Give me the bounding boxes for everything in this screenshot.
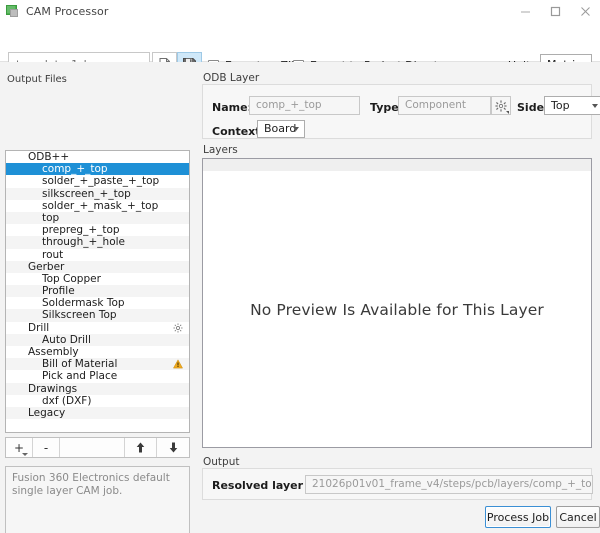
name-label: Name: [212,101,252,114]
layers-section-label: Layers [203,144,238,156]
tree-item-label: Pick and Place [42,370,118,383]
context-select[interactable]: Board [257,120,305,138]
output-files-label: Output Files [7,74,67,85]
type-settings-button[interactable] [491,96,511,115]
layer-type-input[interactable]: Component [398,96,491,115]
tree-item-label: ODB++ [28,151,70,163]
preview-empty-message: No Preview Is Available for This Layer [250,301,544,319]
button-bar-spacer [60,438,125,457]
tree-item-label: comp_+_top [42,163,108,176]
tree-item-drill[interactable]: Drill [6,322,189,334]
chevron-down-icon [22,453,28,456]
tree-item-label: silkscreen_+_top [42,187,131,200]
tree-item-label: Drill [28,321,50,334]
tree-item-solder-paste-top[interactable]: solder_+_paste_+_top [6,175,189,187]
tree-item-through-hole[interactable]: through_+_hole [6,236,189,249]
move-up-button[interactable] [125,438,157,457]
tree-item-gerber[interactable]: Gerber [6,260,189,273]
job-description-text: Fusion 360 Electronics default single la… [5,466,190,533]
chevron-down-icon [293,127,299,131]
tree-item-label: Soldermask Top [42,297,125,310]
tree-item-label: Assembly [28,346,79,358]
chevron-down-icon [506,111,509,114]
remove-output-button[interactable]: - [33,438,60,457]
tree-item-label: top [42,211,60,224]
tree-item-dxf-dxf[interactable]: dxf (DXF) [6,395,189,407]
remove-label: - [43,440,49,455]
tree-button-bar: + - [5,437,190,458]
window-title: CAM Processor [26,4,109,18]
tree-item-prepreg-top[interactable]: prepreg_+_top [6,224,189,236]
cancel-button[interactable]: Cancel [556,506,600,528]
arrow-up-icon [136,442,145,453]
tree-item-label: Gerber [28,260,65,273]
tree-item-label: Auto Drill [42,333,91,346]
tree-item-label: dxf (DXF) [42,394,92,407]
output-section-label: Output [203,456,240,468]
tree-item-rout[interactable]: rout [6,249,189,261]
add-output-button[interactable]: + [6,438,33,457]
title-bar: CAM Processor [0,0,600,22]
tree-item-soldermask-top[interactable]: Soldermask Top [6,297,189,309]
tree-item-label: Drawings [28,382,78,395]
window-controls [510,0,600,22]
chevron-down-icon [592,104,598,108]
toolbar: template_1_layer.cam Export as ZIP [0,22,600,77]
tree-item-silkscreen-top[interactable]: Silkscreen Top [6,309,189,322]
process-job-button[interactable]: Process Job [485,506,551,528]
arrow-down-icon [169,442,177,453]
odb-layer-section-label: ODB Layer [203,72,260,84]
context-value: Board [264,122,297,135]
tree-item-label: Legacy [28,406,66,419]
layer-preview-area[interactable]: No Preview Is Available for This Layer [202,158,592,448]
output-files-tree[interactable]: ODB++ comp_+_top solder_+_paste_+_top silks… [5,150,190,433]
tree-item-silkscreen-top[interactable]: silkscreen_+_top [6,187,189,200]
tree-item-assembly[interactable]: Assembly [6,346,189,358]
resolved-path-input[interactable]: 21026p01v01_frame_v4/steps/pcb/layers/co… [305,475,593,494]
tree-item-label: solder_+_mask_+_top [42,199,159,212]
tree-item-comp-top[interactable]: comp_+_top [6,163,189,176]
tree-item-top[interactable]: top [6,211,189,225]
side-value: Top [551,99,570,112]
odb-layer-card: Name: comp_+_top Type: Component Side: T… [202,84,600,139]
tree-item-top-copper[interactable]: Top Copper [6,273,189,285]
tree-item-bill-of-material[interactable]: Bill of Material [6,358,189,371]
maximize-icon[interactable] [540,0,570,22]
tree-item-solder-mask-top[interactable]: solder_+_mask_+_top [6,200,189,212]
gear-icon[interactable] [173,323,183,333]
tree-item-legacy[interactable]: Legacy [6,406,189,420]
output-card: Resolved layer path: 21026p01v01_frame_v… [202,468,593,500]
tree-item-label: Profile [42,285,75,298]
tree-item-label: prepreg_+_top [42,224,120,237]
tree-item-label: through_+_hole [42,236,126,249]
tree-item-pick-and-place[interactable]: Pick and Place [6,370,189,382]
left-panel: Output Files ODB++ comp_+_top solder_+_pas… [0,62,195,533]
tree-item-odb[interactable]: ODB++ [6,151,189,163]
tree-item-label: Bill of Material [42,358,118,371]
tree-item-label: Top Copper [42,272,101,285]
cam-processor-window: CAM Processor template_1_layer.cam [0,0,600,533]
side-select[interactable]: Top [544,96,600,115]
right-panel: ODB Layer Name: comp_+_top Type: Compone… [195,62,600,533]
minimize-icon[interactable] [510,0,540,22]
app-icon [6,4,19,18]
tree-item-auto-drill[interactable]: Auto Drill [6,333,189,346]
warning-icon [173,359,183,369]
layer-name-input[interactable]: comp_+_top [249,96,360,115]
tree-item-label: Silkscreen Top [42,309,117,322]
close-icon[interactable] [570,0,600,22]
preview-header-strip [203,159,591,172]
tree-item-label: rout [42,248,64,261]
gear-icon [495,99,507,112]
tree-item-drawings[interactable]: Drawings [6,382,189,395]
tree-item-profile[interactable]: Profile [6,285,189,298]
move-down-button[interactable] [157,438,189,457]
tree-item-label: solder_+_paste_+_top [42,175,160,188]
